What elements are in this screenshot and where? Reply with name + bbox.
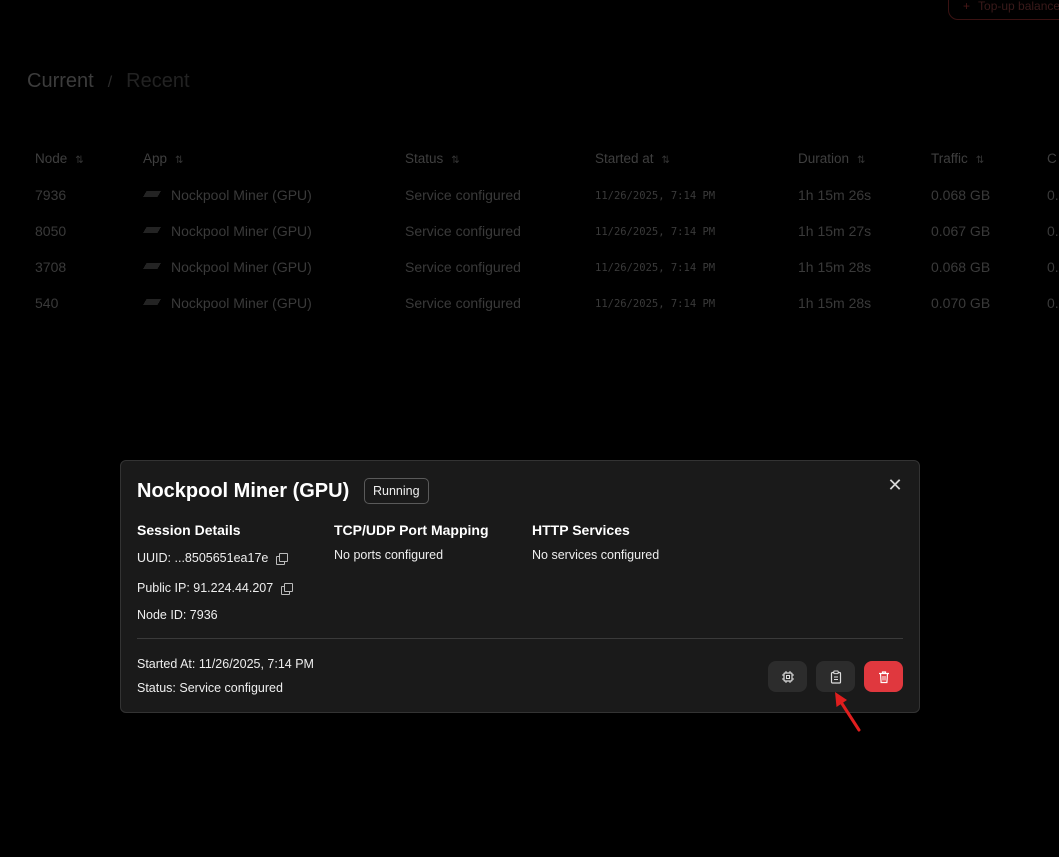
divider	[137, 638, 903, 639]
session-details-modal: Nockpool Miner (GPU) Running ✕ Session D…	[120, 460, 920, 713]
column-header-duration[interactable]: Duration ⇅	[798, 151, 865, 166]
node-id-field: Node ID: 7936	[137, 608, 218, 622]
app-logo-icon	[141, 299, 163, 306]
cell-duration: 1h 15m 26s	[798, 187, 872, 203]
plus-icon: +	[963, 0, 971, 13]
cell-extra: 0.	[1047, 295, 1059, 311]
cpu-chip-icon	[781, 670, 794, 683]
delete-button[interactable]	[864, 661, 903, 692]
close-icon[interactable]: ✕	[885, 475, 905, 495]
cell-started: 11/26/2025, 7:14 PM	[595, 298, 716, 310]
cell-extra: 0.	[1047, 187, 1059, 203]
view-tabs: Current / Recent	[27, 70, 190, 93]
ports-empty-text: No ports configured	[334, 548, 444, 562]
http-empty-text: No services configured	[532, 548, 660, 562]
tab-recent[interactable]: Recent	[126, 70, 189, 92]
cell-node: 540	[35, 295, 59, 311]
copy-uuid-icon[interactable]	[276, 553, 289, 566]
cell-started: 11/26/2025, 7:14 PM	[595, 262, 716, 274]
column-header-node[interactable]: Node ⇅	[35, 151, 84, 166]
cell-started: 11/26/2025, 7:14 PM	[595, 226, 716, 238]
tab-separator: /	[107, 74, 113, 91]
cell-extra: 0.	[1047, 259, 1059, 275]
cell-status: Service configured	[405, 223, 521, 239]
column-header-app[interactable]: App ⇅	[143, 151, 183, 166]
status-text: Status: Service configured	[137, 681, 283, 695]
sort-icon: ⇅	[975, 155, 984, 166]
column-header-extra[interactable]: C	[1047, 151, 1057, 166]
modal-title: Nockpool Miner (GPU)	[137, 480, 350, 502]
cell-duration: 1h 15m 28s	[798, 259, 872, 275]
tab-current[interactable]: Current	[27, 70, 94, 92]
top-up-balance-button[interactable]: + Top-up balance	[948, 0, 1059, 20]
clipboard-icon	[830, 670, 841, 684]
port-mapping-heading: TCP/UDP Port Mapping	[334, 522, 489, 538]
cell-traffic: 0.067 GB	[931, 223, 991, 239]
annotation-arrow-icon	[835, 692, 861, 732]
sort-icon: ⇅	[451, 155, 459, 166]
cell-started: 11/26/2025, 7:14 PM	[595, 190, 716, 202]
sort-icon: ⇅	[75, 155, 83, 166]
app-logo-icon	[141, 227, 163, 234]
session-details-heading: Session Details	[137, 522, 241, 538]
background-page: + Top-up balance Current / Recent Node ⇅ App…	[0, 0, 1059, 857]
cell-traffic: 0.068 GB	[931, 259, 991, 275]
cell-app: Nockpool Miner (GPU)	[141, 223, 312, 239]
column-header-status[interactable]: Status ⇅	[405, 151, 460, 166]
column-header-traffic[interactable]: Traffic ⇅	[931, 151, 984, 166]
cell-app: Nockpool Miner (GPU)	[141, 295, 312, 311]
cell-node: 8050	[35, 223, 67, 239]
cell-traffic: 0.070 GB	[931, 295, 991, 311]
copy-ip-icon[interactable]	[281, 583, 294, 596]
app-logo-icon	[141, 191, 163, 198]
cell-duration: 1h 15m 28s	[798, 295, 872, 311]
sort-icon: ⇅	[857, 155, 865, 166]
cell-app: Nockpool Miner (GPU)	[141, 259, 312, 275]
cell-extra: 0.	[1047, 223, 1059, 239]
started-at-text: Started At: 11/26/2025, 7:14 PM	[137, 657, 314, 671]
app-logo-icon	[141, 263, 163, 270]
status-badge: Running	[364, 478, 429, 504]
cell-app: Nockpool Miner (GPU)	[141, 187, 312, 203]
uuid-field: UUID: ...8505651ea17e	[137, 551, 289, 566]
sort-icon: ⇅	[661, 155, 670, 166]
column-header-started-at[interactable]: Started at ⇅	[595, 151, 670, 166]
cell-node: 7936	[35, 187, 67, 203]
public-ip-field: Public IP: 91.224.44.207	[137, 581, 294, 596]
cell-node: 3708	[35, 259, 67, 275]
cell-status: Service configured	[405, 259, 521, 275]
http-services-heading: HTTP Services	[532, 522, 630, 538]
cell-status: Service configured	[405, 295, 521, 311]
resources-button[interactable]	[768, 661, 807, 692]
cell-status: Service configured	[405, 187, 521, 203]
sort-icon: ⇅	[175, 155, 183, 166]
logs-button[interactable]	[816, 661, 855, 692]
trash-icon	[878, 670, 889, 683]
cell-duration: 1h 15m 27s	[798, 223, 872, 239]
cell-traffic: 0.068 GB	[931, 187, 991, 203]
